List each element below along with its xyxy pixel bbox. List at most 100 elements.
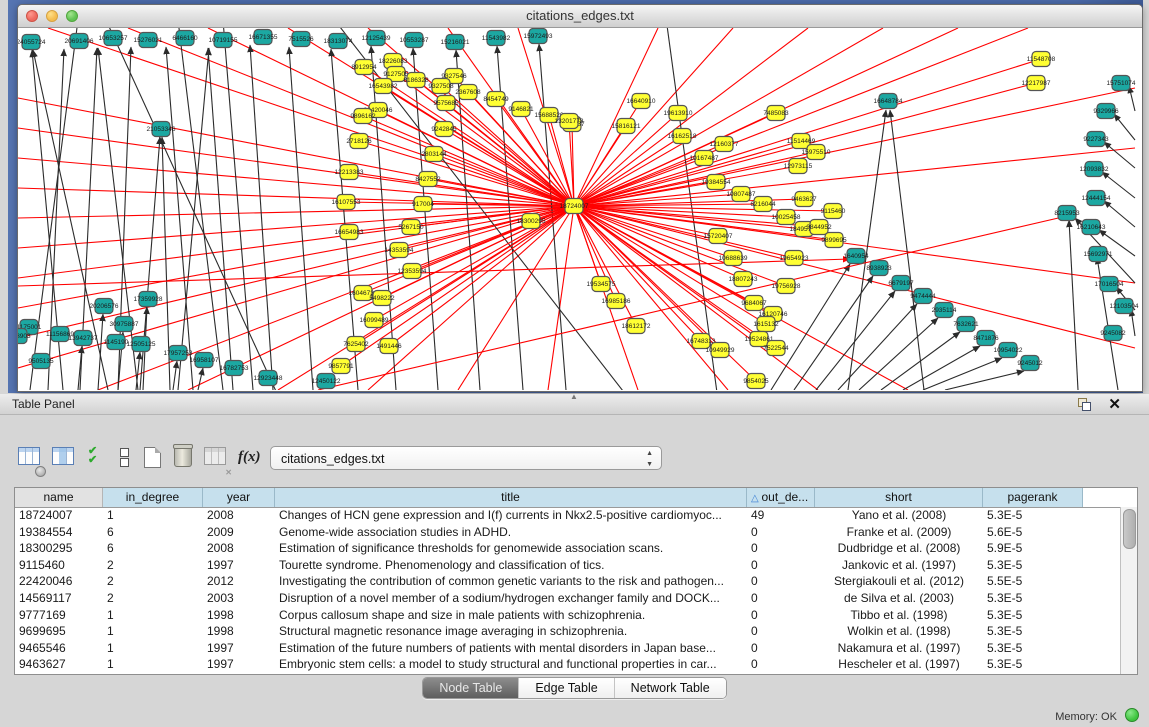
table-cell[interactable]: Nakamura et al. (1997): [815, 640, 983, 657]
table-panel-header[interactable]: ▲ Table Panel ✕: [0, 394, 1149, 415]
table-cell[interactable]: 2003: [203, 590, 275, 607]
table-cell[interactable]: 49: [747, 507, 815, 524]
table-cell[interactable]: Genome-wide association studies in ADHD.: [275, 524, 747, 541]
table-cell[interactable]: 0: [747, 573, 815, 590]
table-tabs[interactable]: Node TableEdge TableNetwork Table: [422, 677, 726, 699]
table-cell[interactable]: 0: [747, 524, 815, 541]
table-cell[interactable]: 0: [747, 623, 815, 640]
table-cell[interactable]: Stergiakouli et al. (2012): [815, 573, 983, 590]
table-cell[interactable]: Hescheler et al. (1997): [815, 656, 983, 673]
row-height-icon[interactable]: [120, 447, 144, 473]
table-cell[interactable]: 0: [747, 607, 815, 624]
column-header-name[interactable]: name: [15, 488, 103, 507]
table-cell[interactable]: 2: [103, 557, 203, 574]
table-cell[interactable]: 1997: [203, 557, 275, 574]
table-cell[interactable]: de Silva et al. (2003): [815, 590, 983, 607]
panel-resize-handle[interactable]: ▲: [570, 392, 578, 401]
table-cell[interactable]: 2: [103, 590, 203, 607]
window-titlebar[interactable]: citations_edges.txt: [18, 5, 1142, 28]
table-cell[interactable]: 2: [103, 573, 203, 590]
table-cell[interactable]: 6: [103, 524, 203, 541]
select-rows-icon[interactable]: ✔✔: [88, 447, 112, 473]
column-header-pagerank[interactable]: pagerank: [983, 488, 1083, 507]
table-cell[interactable]: 18724007: [15, 507, 103, 524]
tab-network-table[interactable]: Network Table: [615, 678, 726, 698]
table-cell[interactable]: 9699695: [15, 623, 103, 640]
table-cell[interactable]: 0: [747, 540, 815, 557]
column-header-out-de-[interactable]: △ out_de...: [747, 488, 815, 507]
table-cell[interactable]: Disruption of a novel member of a sodium…: [275, 590, 747, 607]
new-file-icon[interactable]: [144, 447, 168, 473]
table-cell[interactable]: Tibbo et al. (1998): [815, 607, 983, 624]
table-cell[interactable]: 2008: [203, 540, 275, 557]
table-selector-dropdown[interactable]: citations_edges.txt ▲▼: [270, 446, 662, 470]
table-cell[interactable]: 9463627: [15, 656, 103, 673]
table-cell[interactable]: Embryonic stem cells: a model to study s…: [275, 656, 747, 673]
table-cell[interactable]: 5.3E-5: [983, 623, 1083, 640]
table-row[interactable]: 1872400712008Changes of HCN gene express…: [15, 507, 1121, 524]
table-cell[interactable]: 1998: [203, 623, 275, 640]
network-window[interactable]: citations_edges.txt 24055724206914061065…: [17, 4, 1143, 392]
table-cell[interactable]: 18300295: [15, 540, 103, 557]
table-cell[interactable]: 1998: [203, 607, 275, 624]
table-cell[interactable]: 0: [747, 557, 815, 574]
column-header-year[interactable]: year: [203, 488, 275, 507]
table-cell[interactable]: Corpus callosum shape and size in male p…: [275, 607, 747, 624]
table-cell[interactable]: 1: [103, 640, 203, 657]
table-cell[interactable]: 1: [103, 656, 203, 673]
table-row[interactable]: 946554611997Estimation of the future num…: [15, 640, 1121, 657]
table-row[interactable]: 977716911998Corpus callosum shape and si…: [15, 607, 1121, 624]
table-cell[interactable]: 9115460: [15, 557, 103, 574]
graph-canvas[interactable]: 2405572420691406106532571527602164661601…: [18, 28, 1140, 390]
table-cell[interactable]: Dudbridge et al. (2008): [815, 540, 983, 557]
table-cell[interactable]: 1: [103, 607, 203, 624]
table-row[interactable]: 1830029562008Estimation of significance …: [15, 540, 1121, 557]
tab-node-table[interactable]: Node Table: [423, 678, 519, 698]
table-row[interactable]: 969969511998Structural magnetic resonanc…: [15, 623, 1121, 640]
table-cell[interactable]: 9777169: [15, 607, 103, 624]
table-cell[interactable]: 5.9E-5: [983, 540, 1083, 557]
vertical-scrollbar[interactable]: [1120, 507, 1137, 674]
table-cell[interactable]: 0: [747, 656, 815, 673]
table-cell[interactable]: Investigating the contribution of common…: [275, 573, 747, 590]
delete-icon[interactable]: [174, 447, 198, 473]
table-column-icon[interactable]: [52, 447, 76, 473]
table-cell[interactable]: 5.6E-5: [983, 524, 1083, 541]
table-cell[interactable]: 5.3E-5: [983, 640, 1083, 657]
table-cell[interactable]: 0: [747, 640, 815, 657]
table-cell[interactable]: 14569117: [15, 590, 103, 607]
table-cell[interactable]: Structural magnetic resonance image aver…: [275, 623, 747, 640]
table-cell[interactable]: 5.3E-5: [983, 507, 1083, 524]
table-row[interactable]: 1456911722003Disruption of a novel membe…: [15, 590, 1121, 607]
table-cell[interactable]: 19384554: [15, 524, 103, 541]
table-cell[interactable]: 6: [103, 540, 203, 557]
table-cell[interactable]: 5.3E-5: [983, 590, 1083, 607]
table-body[interactable]: 1872400712008Changes of HCN gene express…: [15, 507, 1121, 674]
table-cell[interactable]: 1997: [203, 640, 275, 657]
tab-edge-table[interactable]: Edge Table: [519, 678, 614, 698]
table-cell[interactable]: Changes of HCN gene expression and I(f) …: [275, 507, 747, 524]
table-row[interactable]: 911546021997Tourette syndrome. Phenomeno…: [15, 557, 1121, 574]
table-row[interactable]: 946362711997Embryonic stem cells: a mode…: [15, 656, 1121, 673]
column-header-in-degree[interactable]: in_degree: [103, 488, 203, 507]
table-cell[interactable]: 0: [747, 590, 815, 607]
table-cell[interactable]: 22420046: [15, 573, 103, 590]
table-row[interactable]: 2242004622012Investigating the contribut…: [15, 573, 1121, 590]
table-cell[interactable]: Yano et al. (2008): [815, 507, 983, 524]
table-cell[interactable]: Estimation of significance thresholds fo…: [275, 540, 747, 557]
column-header-short[interactable]: short: [815, 488, 983, 507]
table-cell[interactable]: 9465546: [15, 640, 103, 657]
table-cell[interactable]: 5.3E-5: [983, 557, 1083, 574]
table-settings-icon[interactable]: [18, 447, 42, 473]
table-cell[interactable]: 1997: [203, 656, 275, 673]
table-row[interactable]: 1938455462009Genome-wide association stu…: [15, 524, 1121, 541]
close-panel-icon[interactable]: ✕: [1108, 395, 1121, 413]
delete-table-icon[interactable]: ✕: [204, 447, 228, 473]
column-header-title[interactable]: title: [275, 488, 747, 507]
table-cell[interactable]: 1: [103, 507, 203, 524]
table-cell[interactable]: 5.3E-5: [983, 607, 1083, 624]
table-cell[interactable]: Jankovic et al. (1997): [815, 557, 983, 574]
table-header-row[interactable]: namein_degreeyeartitle△ out_de...shortpa…: [15, 488, 1137, 508]
function-builder-icon[interactable]: f(x): [238, 449, 262, 475]
citation-network-graph[interactable]: 2405572420691406106532571527602164661601…: [18, 28, 1140, 390]
